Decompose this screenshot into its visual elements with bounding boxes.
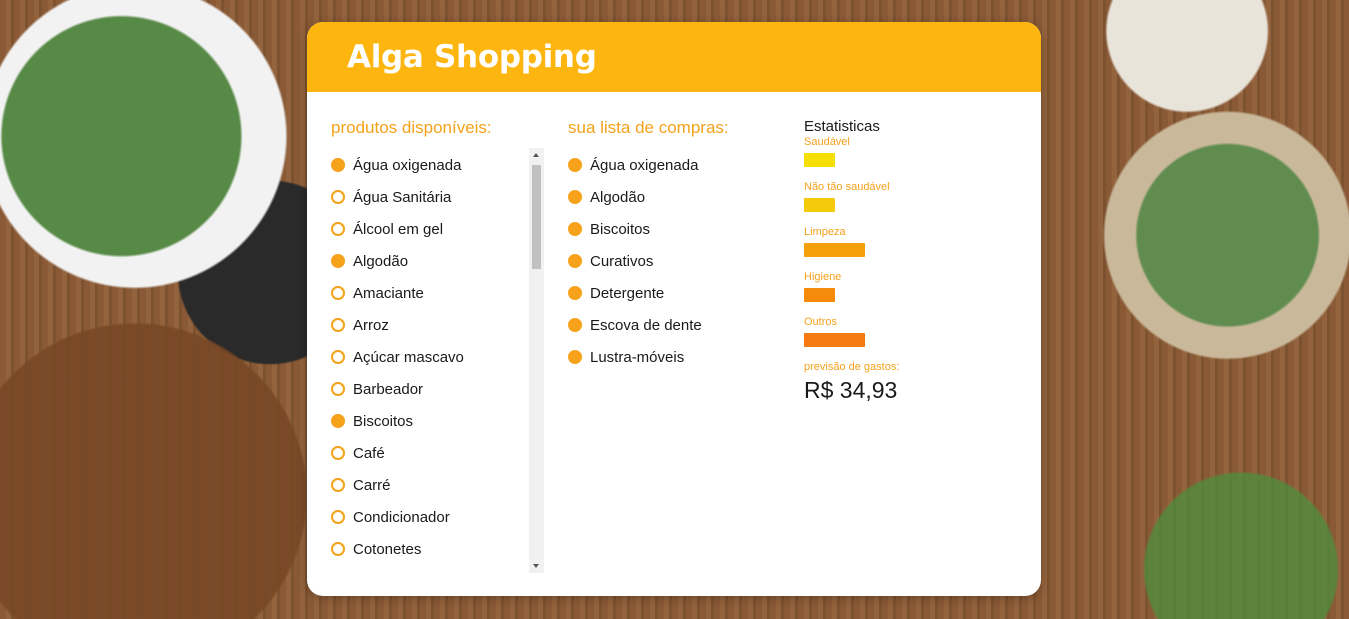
stat-category: Limpeza <box>804 226 1024 257</box>
stat-label: Não tão saudável <box>804 181 890 193</box>
stat-bar <box>804 243 865 257</box>
radio-unchecked-icon[interactable] <box>331 222 345 236</box>
radio-checked-icon[interactable] <box>568 254 582 268</box>
available-list: Água oxigenada Água Sanitária Álcool em ge… <box>331 149 544 573</box>
cart-list: Água oxigenada Algodão Biscoitos Curativos D… <box>568 149 788 373</box>
cart-item[interactable]: Água oxigenada <box>568 149 788 181</box>
radio-unchecked-icon[interactable] <box>331 318 345 332</box>
radio-checked-icon[interactable] <box>568 318 582 332</box>
cart-item[interactable]: Detergente <box>568 277 788 309</box>
available-item-label: Açúcar mascavo <box>353 348 464 366</box>
scroll-up-arrow-icon[interactable] <box>533 153 539 157</box>
available-item[interactable]: Açúcar mascavo <box>331 341 544 373</box>
cart-item-label: Algodão <box>590 188 646 206</box>
cart-item-label: Biscoitos <box>590 220 651 238</box>
radio-unchecked-icon[interactable] <box>331 190 345 204</box>
available-item[interactable]: Água Sanitária <box>331 181 544 213</box>
scroll-down-arrow-icon[interactable] <box>533 564 539 568</box>
stats-panel: Estatisticas Saudável Não tão saudável Lim… <box>804 118 1024 404</box>
cart-item[interactable]: Algodão <box>568 181 788 213</box>
available-item[interactable]: Cotonetes <box>331 533 544 565</box>
available-item[interactable]: Barbeador <box>331 373 544 405</box>
available-item-label: Carré <box>353 476 391 494</box>
radio-unchecked-icon[interactable] <box>331 542 345 556</box>
cart-item[interactable]: Biscoitos <box>568 213 788 245</box>
stats-title: Estatisticas <box>804 118 880 135</box>
stat-bar <box>804 153 835 167</box>
forecast-value: R$ 34,93 <box>804 377 898 403</box>
stat-bar <box>804 333 865 347</box>
available-item-label: Barbeador <box>353 380 424 398</box>
cart-item[interactable]: Lustra-móveis <box>568 341 788 373</box>
cart-item-label: Lustra-móveis <box>590 348 685 366</box>
radio-unchecked-icon[interactable] <box>331 510 345 524</box>
cart-heading: sua lista de compras: <box>568 118 729 137</box>
app-title: Alga Shopping <box>347 39 597 75</box>
radio-checked-icon[interactable] <box>568 190 582 204</box>
available-item[interactable]: Amaciante <box>331 277 544 309</box>
shopping-card: Alga Shopping produtos disponíveis: Água… <box>307 22 1041 596</box>
radio-checked-icon[interactable] <box>568 350 582 364</box>
available-item-label: Álcool em gel <box>353 220 444 238</box>
stat-bar <box>804 198 835 212</box>
available-item[interactable]: Arroz <box>331 309 544 341</box>
stat-category: Higiene <box>804 271 1024 302</box>
radio-checked-icon[interactable] <box>568 286 582 300</box>
radio-checked-icon[interactable] <box>331 158 345 172</box>
stat-categories: Saudável Não tão saudável Limpeza Higiene Ou… <box>804 136 1024 347</box>
available-item[interactable]: Água oxigenada <box>331 149 544 181</box>
radio-checked-icon[interactable] <box>568 158 582 172</box>
available-item[interactable]: Álcool em gel <box>331 213 544 245</box>
available-item-label: Biscoitos <box>353 412 414 430</box>
stat-category: Saudável <box>804 136 1024 167</box>
radio-unchecked-icon[interactable] <box>331 286 345 300</box>
stat-category: Outros <box>804 316 1024 347</box>
cart-item[interactable]: Escova de dente <box>568 309 788 341</box>
stat-category: Não tão saudável <box>804 181 1024 212</box>
stat-label: Limpeza <box>804 226 846 238</box>
available-scrollbar[interactable] <box>529 148 544 573</box>
cart-item-label: Água oxigenada <box>590 156 699 174</box>
radio-checked-icon[interactable] <box>568 222 582 236</box>
available-item[interactable]: Café <box>331 437 544 469</box>
radio-unchecked-icon[interactable] <box>331 478 345 492</box>
radio-checked-icon[interactable] <box>331 254 345 268</box>
stat-label: Saudável <box>804 136 850 148</box>
card-header: Alga Shopping <box>307 22 1041 92</box>
stat-label: Higiene <box>804 271 842 283</box>
available-item-label: Café <box>353 444 385 462</box>
cart-item-label: Curativos <box>590 252 654 270</box>
stat-label: Outros <box>804 316 838 328</box>
available-item[interactable]: Algodão <box>331 245 544 277</box>
scroll-thumb[interactable] <box>532 165 541 269</box>
cart-item-label: Detergente <box>590 284 665 302</box>
radio-unchecked-icon[interactable] <box>331 382 345 396</box>
radio-unchecked-icon[interactable] <box>331 446 345 460</box>
available-item-label: Arroz <box>353 316 389 334</box>
cart-item-label: Escova de dente <box>590 316 702 334</box>
cart-item[interactable]: Curativos <box>568 245 788 277</box>
radio-checked-icon[interactable] <box>331 414 345 428</box>
radio-unchecked-icon[interactable] <box>331 350 345 364</box>
available-item-label: Algodão <box>353 252 409 270</box>
available-item-label: Água Sanitária <box>353 188 452 206</box>
available-item-label: Cotonetes <box>353 540 422 558</box>
stat-bar <box>804 288 835 302</box>
forecast-label: previsão de gastos: <box>804 361 900 373</box>
available-heading: produtos disponíveis: <box>331 118 492 137</box>
available-item-label: Amaciante <box>353 284 424 302</box>
available-item[interactable]: Carré <box>331 469 544 501</box>
available-item[interactable]: Condicionador <box>331 501 544 533</box>
available-item-label: Água oxigenada <box>353 156 462 174</box>
available-item[interactable]: Biscoitos <box>331 405 544 437</box>
available-item-label: Condicionador <box>353 508 450 526</box>
